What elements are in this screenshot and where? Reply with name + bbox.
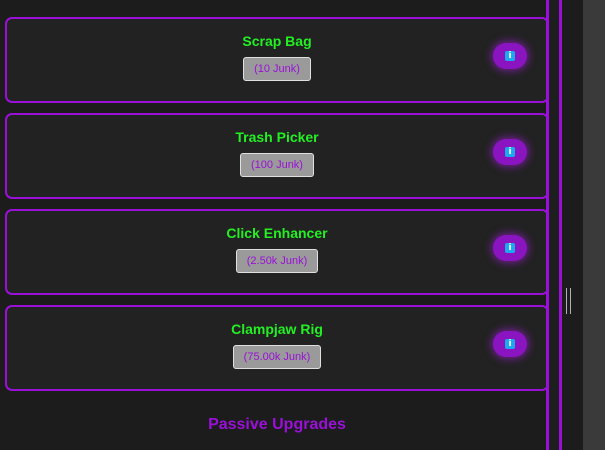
upgrade-cost-badge: (2.50k Junk)	[235, 249, 319, 273]
side-panel	[583, 0, 605, 450]
upgrade-name: Trash Picker	[235, 129, 319, 145]
upgrade-cost-badge: (75.00k Junk)	[232, 345, 322, 369]
upgrade-card-click-enhancer[interactable]: Click Enhancer (2.50k Junk) i	[5, 209, 549, 295]
info-button[interactable]: i	[493, 43, 527, 69]
upgrade-name: Scrap Bag	[242, 33, 312, 49]
upgrade-cost-badge: (10 Junk)	[243, 57, 311, 81]
upgrade-shop-panel: Scrap Bag (10 Junk) i Trash Picker (100 …	[0, 0, 605, 450]
upgrade-name: Clampjaw Rig	[231, 321, 323, 337]
upgrade-card-scrap-bag[interactable]: Scrap Bag (10 Junk) i	[5, 17, 549, 103]
resize-handle[interactable]	[566, 288, 572, 314]
info-button[interactable]: i	[493, 139, 527, 165]
resize-grip-line	[570, 288, 571, 314]
passive-upgrades-heading: Passive Upgrades	[208, 416, 346, 433]
upgrade-list: Scrap Bag (10 Junk) i Trash Picker (100 …	[5, 17, 549, 401]
upgrade-card-clampjaw-rig[interactable]: Clampjaw Rig (75.00k Junk) i	[5, 305, 549, 391]
info-button[interactable]: i	[493, 235, 527, 261]
upgrade-card-trash-picker[interactable]: Trash Picker (100 Junk) i	[5, 113, 549, 199]
info-icon: i	[505, 147, 515, 157]
info-icon: i	[505, 51, 515, 61]
resize-grip-line	[566, 288, 567, 314]
info-icon: i	[505, 339, 515, 349]
info-button[interactable]: i	[493, 331, 527, 357]
panel-divider	[546, 0, 562, 450]
upgrade-name: Click Enhancer	[226, 225, 328, 241]
upgrade-cost-badge: (100 Junk)	[240, 153, 314, 177]
info-icon: i	[505, 243, 515, 253]
